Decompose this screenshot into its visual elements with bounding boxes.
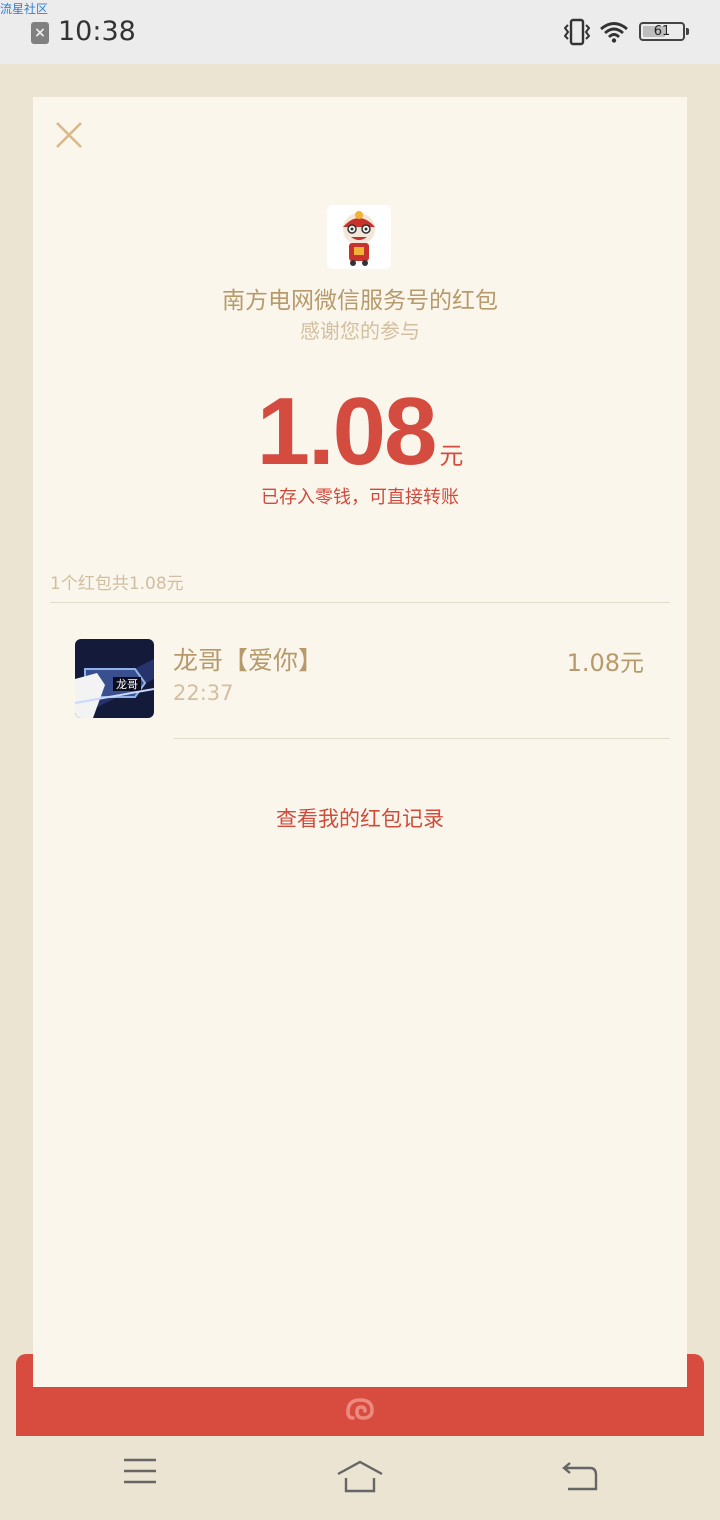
view-history-link[interactable]: 查看我的红包记录	[33, 803, 687, 833]
close-icon[interactable]	[53, 119, 85, 151]
stored-note: 已存入零钱，可直接转账	[261, 487, 459, 508]
battery-percent: 61	[653, 24, 671, 39]
system-nav-bar	[0, 1436, 720, 1520]
packet-amount: 1.08	[256, 378, 438, 485]
lion-dance-mascot-icon	[343, 211, 375, 266]
card-zigzag-edge	[33, 1377, 687, 1387]
receiver-name: 龙哥【爱你】	[173, 646, 324, 675]
battery-cap	[686, 28, 689, 35]
sender-avatar	[327, 205, 391, 269]
home-icon[interactable]	[336, 1460, 384, 1494]
receiver-avatar-text: 龙哥	[116, 678, 138, 691]
packet-summary: 1个红包共1.08元	[50, 574, 184, 594]
amount-unit: 元	[439, 442, 464, 470]
vibrate-icon	[564, 18, 590, 46]
packet-wish: 感谢您的参与	[300, 319, 420, 343]
wifi-icon	[600, 22, 628, 43]
divider	[50, 602, 670, 603]
red-packet-detail-card: 南方电网微信服务号的红包 感谢您的参与 1.08 元 已存入零钱，可直接转账 1个…	[33, 97, 687, 1387]
receiver-time: 22:37	[173, 681, 234, 705]
status-bar: 流星社区 × 10:38 61	[0, 0, 720, 64]
sender-name: 南方电网微信服务号的红包	[222, 288, 498, 314]
back-icon[interactable]	[560, 1462, 600, 1492]
divider	[173, 738, 670, 739]
watermark: 流星社区	[0, 2, 49, 16]
status-time: 10:38	[58, 16, 136, 47]
battery-indicator: 61	[639, 22, 689, 41]
menu-icon[interactable]	[123, 1458, 157, 1484]
amount-display: 1.08 元	[33, 377, 687, 487]
receiver-row[interactable]: 龙哥 龙哥【爱你】 22:37 1.08元	[75, 639, 670, 739]
sim-error-icon: ×	[31, 22, 49, 44]
receiver-avatar: 龙哥	[75, 639, 154, 718]
wechat-pay-logo-icon	[346, 1398, 374, 1420]
receiver-amount: 1.08元	[566, 649, 644, 677]
